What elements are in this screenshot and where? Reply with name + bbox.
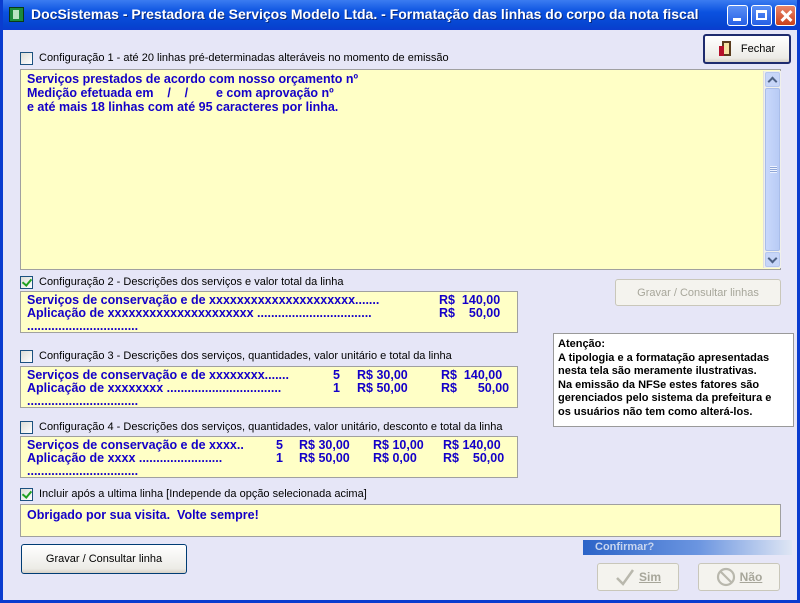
config4-total: R$ 140,00 [443,438,501,452]
config4-qty: 1 [276,451,283,465]
config1-label: Configuração 1 - até 20 linhas pré-deter… [39,52,449,64]
gravar-consultar-linha-button[interactable]: Gravar / Consultar linha [21,544,187,574]
window-title: DocSistemas - Prestadora de Serviços Mod… [31,6,699,22]
config2-line: ................................ [27,319,139,333]
scroll-thumb[interactable] [765,88,780,251]
config3-qty: 5 [333,368,340,382]
config4-line: Aplicação de xxxx ......................… [27,451,223,465]
attention-line: nesta tela são meramente ilustrativas. [558,365,757,378]
config2-total: R$ 140,00 [439,293,501,307]
config3-line: Serviços de conservação e de xxxxxxxx...… [27,368,289,382]
app-icon[interactable] [9,7,24,22]
minimize-button[interactable] [727,5,748,26]
config3-line: Aplicação de xxxxxxxx ..................… [27,381,282,395]
fechar-button[interactable]: Fechar [703,34,791,64]
main-window: DocSistemas - Prestadora de Serviços Mod… [0,0,800,603]
scroll-down-icon[interactable] [765,252,780,267]
config3-unit: R$ 30,00 [357,368,408,382]
include-last-checkbox[interactable] [20,488,33,501]
config1-scrollbar[interactable] [763,71,781,268]
config4-unit: R$ 50,00 [299,451,350,465]
config3-preview: Serviços de conservação e de xxxxxxxx...… [20,366,518,408]
config4-discount: R$ 0,00 [373,451,417,465]
config4-unit: R$ 30,00 [299,438,350,452]
nao-button[interactable]: Não [698,563,780,591]
config1-line: Serviços prestados de acordo com nosso o… [27,72,359,86]
config3-total: R$ 50,00 [441,381,510,395]
config1-line: Medição efetuada em / / e com aprovação … [27,86,334,100]
config1-textarea[interactable]: Serviços prestados de acordo com nosso o… [20,69,781,270]
sim-button[interactable]: Sim [597,563,679,591]
attention-line: A tipologia e a formatação apresentadas [558,351,770,364]
include-last-text: Obrigado por sua visita. Volte sempre! [27,508,259,522]
title-bar[interactable]: DocSistemas - Prestadora de Serviços Mod… [3,0,797,30]
config4-line: Serviços de conservação e de xxxx.. [27,438,244,452]
gravar-consultar-linhas-button[interactable]: Gravar / Consultar linhas [615,279,781,306]
config2-checkbox[interactable] [20,276,33,289]
config2-preview: Serviços de conservação e de xxxxxxxxxxx… [20,291,518,333]
config2-line: Aplicação de xxxxxxxxxxxxxxxxxxxxx .....… [27,306,372,320]
config3-qty: 1 [333,381,340,395]
confirm-bar: Confirmar? [583,540,792,555]
attention-line: os usuários não tem como alterá-los. [558,405,753,418]
nao-label: Não [739,570,763,584]
check-icon [616,569,635,586]
config2-label: Configuração 2 - Descrições dos serviços… [39,276,344,288]
attention-heading: Atenção: [558,338,606,350]
include-last-label: Incluir após a ultima linha [Independe d… [39,488,367,500]
config3-checkbox[interactable] [20,350,33,363]
attention-line: gerenciados pelo sistema da prefeitura e [558,392,772,405]
attention-notice: Atenção: A tipologia e a formatação apre… [553,333,794,427]
config1-checkbox[interactable] [20,52,33,65]
confirm-label: Confirmar? [595,541,655,553]
config3-unit: R$ 50,00 [357,381,408,395]
no-entry-icon [716,567,735,587]
maximize-button[interactable] [751,5,772,26]
config4-total: R$ 50,00 [443,451,505,465]
sim-label: Sim [638,570,661,584]
config4-line: ................................ [27,464,139,478]
config4-discount: R$ 10,00 [373,438,424,452]
config3-total: R$ 140,00 [441,368,503,382]
config4-checkbox[interactable] [20,421,33,434]
attention-text: Atenção: A tipologia e a formatação apre… [558,338,771,420]
config1-line: e até mais 18 linhas com até 95 caracter… [27,100,339,114]
attention-line: Na emissão da NFSe estes fatores são [558,378,760,391]
scroll-up-icon[interactable] [765,72,780,87]
config4-label: Configuração 4 - Descrições dos serviços… [39,421,503,433]
include-last-textarea[interactable]: Obrigado por sua visita. Volte sempre! [20,504,781,537]
config4-preview: Serviços de conservação e de xxxx.. Apli… [20,436,518,478]
config2-total: R$ 50,00 [439,306,501,320]
close-button[interactable] [775,5,796,26]
door-exit-icon [718,40,735,58]
config4-qty: 5 [276,438,283,452]
config3-label: Configuração 3 - Descrições dos serviços… [39,350,452,362]
config2-line: Serviços de conservação e de xxxxxxxxxxx… [27,293,380,307]
config3-line: ................................ [27,394,139,408]
fechar-label: Fechar [740,43,776,55]
